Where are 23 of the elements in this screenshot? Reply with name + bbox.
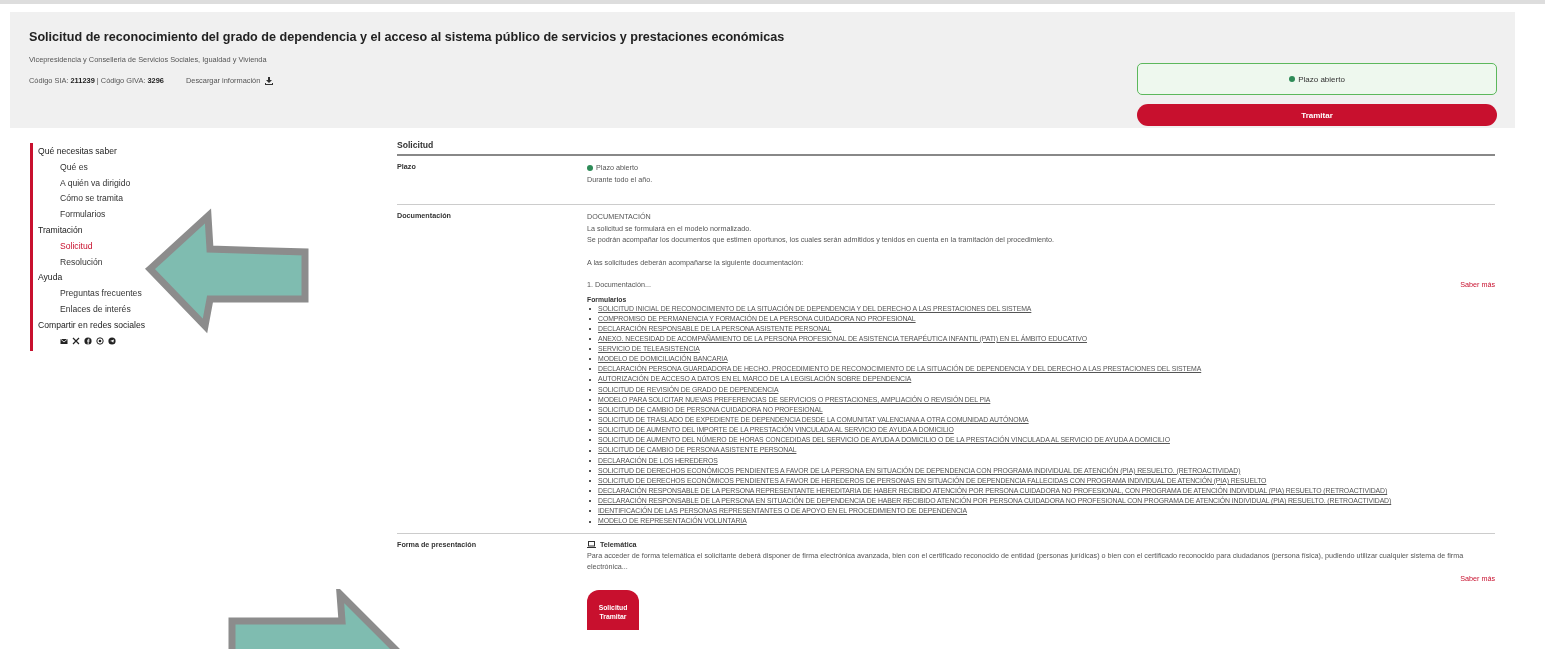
download-icon (265, 76, 274, 85)
share-heading: Compartir en redes sociales (38, 318, 145, 332)
nav-link[interactable]: A quién va dirigido (60, 175, 131, 192)
laptop-icon (587, 541, 596, 549)
tramitar-button[interactable]: Tramitar (1137, 104, 1497, 126)
page-title: Solicitud de reconocimiento del grado de dependencia y el acceso al sistema público de servicios y prestaciones económicas (29, 30, 785, 44)
nav-link[interactable]: Preguntas frecuentes (60, 286, 142, 302)
nav-link[interactable]: Formularios (60, 207, 106, 223)
status-dot-icon (587, 165, 593, 171)
status-dot-icon (1289, 76, 1296, 82)
nav-heading: Qué necesitas saber (38, 145, 117, 158)
section-title: Solicitud (397, 140, 1495, 156)
nav-link[interactable]: Solicitud (60, 238, 93, 255)
x-icon[interactable] (72, 336, 80, 345)
status-label: Plazo abierto (1298, 74, 1345, 84)
nav-link[interactable]: Enlaces de interés (60, 301, 131, 318)
mail-icon[interactable] (60, 336, 68, 345)
nav-heading: Ayuda (38, 271, 63, 285)
nav-link[interactable]: Cómo se tramita (60, 191, 124, 208)
nav-heading: Tramitación (38, 224, 83, 237)
nav-link[interactable]: Resolución (60, 254, 103, 271)
facebook-icon[interactable] (84, 336, 92, 345)
nav-link[interactable]: Qué es (60, 159, 88, 176)
